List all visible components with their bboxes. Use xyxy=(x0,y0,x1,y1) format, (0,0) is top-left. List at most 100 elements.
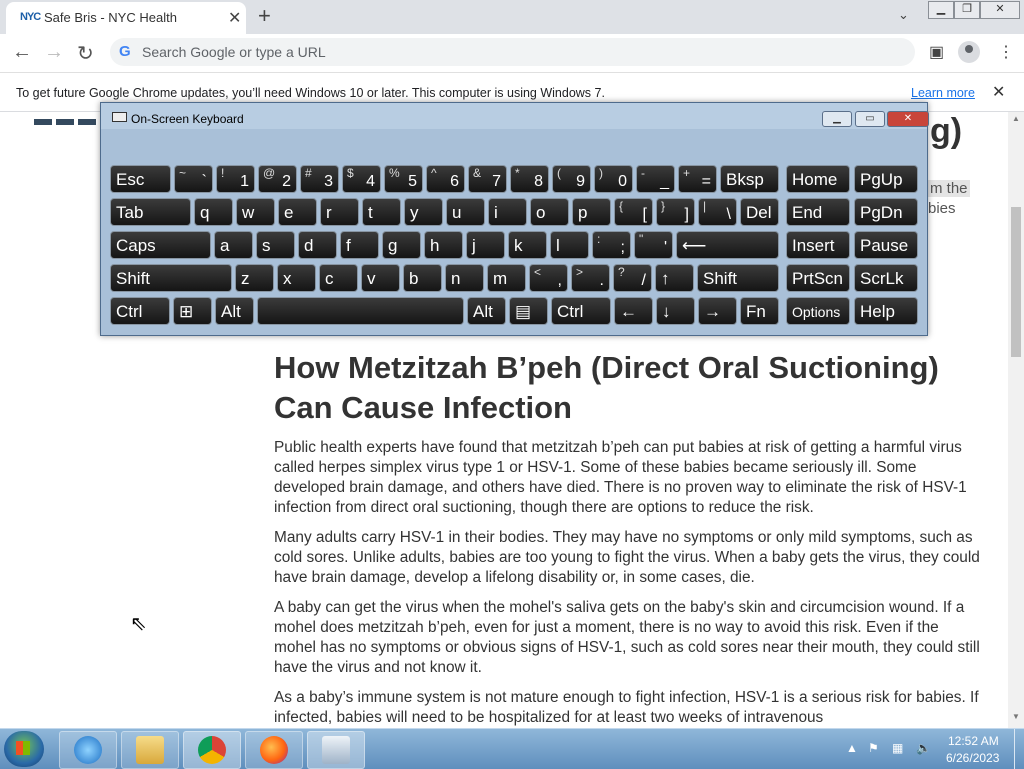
close-window-icon[interactable]: ✕ xyxy=(980,1,1020,19)
key-options[interactable]: Options xyxy=(786,297,850,325)
key-home[interactable]: Home xyxy=(786,165,850,193)
key-quote[interactable]: " ' xyxy=(634,231,673,259)
chrome-menu-icon[interactable]: ⋮ xyxy=(998,42,1014,62)
key-g[interactable]: g xyxy=(382,231,421,259)
side-panel-icon[interactable]: ▣ xyxy=(929,42,944,62)
key-pause[interactable]: Pause xyxy=(854,231,918,259)
key-v[interactable]: v xyxy=(361,264,400,292)
scroll-thumb[interactable] xyxy=(1011,207,1021,357)
new-tab-icon[interactable]: + xyxy=(258,3,271,29)
show-hidden-icons[interactable]: ▲ xyxy=(846,741,858,755)
key-0[interactable]: ) 0 xyxy=(594,165,633,193)
key-f[interactable]: f xyxy=(340,231,379,259)
key-semicolon[interactable]: :; xyxy=(592,231,631,259)
key-prtscn[interactable]: PrtScn xyxy=(786,264,850,292)
address-bar[interactable]: G Search Google or type a URL xyxy=(110,38,915,66)
key-backspace[interactable]: Bksp xyxy=(720,165,779,193)
key-z[interactable]: z xyxy=(235,264,274,292)
key-7[interactable]: & 7 xyxy=(468,165,507,193)
scroll-down-arrow-icon[interactable]: ▼ xyxy=(1012,712,1020,721)
key-up-arrow[interactable]: ↑ xyxy=(655,264,694,292)
key-help[interactable]: Help xyxy=(854,297,918,325)
key-p[interactable]: p xyxy=(572,198,611,226)
forward-arrow-icon[interactable]: → xyxy=(44,41,64,64)
key-u[interactable]: u xyxy=(446,198,485,226)
key-c[interactable]: c xyxy=(319,264,358,292)
key-k[interactable]: k xyxy=(508,231,547,259)
tab-search-chevron-icon[interactable]: ⌄ xyxy=(898,7,909,23)
key-esc[interactable]: Esc xyxy=(110,165,171,193)
key-comma[interactable]: <, xyxy=(529,264,568,292)
key-pgup[interactable]: PgUp xyxy=(854,165,918,193)
key-j[interactable]: j xyxy=(466,231,505,259)
key-t[interactable]: t xyxy=(362,198,401,226)
taskbar-internet-explorer[interactable] xyxy=(59,731,117,769)
osk-close-icon[interactable]: ✕ xyxy=(887,111,929,127)
osk-maximize-icon[interactable]: ▭ xyxy=(855,111,885,127)
tab-safe-bris[interactable]: NYC Safe Bris - NYC Health ✕ xyxy=(6,2,246,34)
key-left-alt[interactable]: Alt xyxy=(215,297,254,325)
key-space[interactable] xyxy=(257,297,464,325)
key-left-arrow[interactable]: ← xyxy=(614,297,653,325)
key-menu[interactable]: ▤ xyxy=(509,297,548,325)
key-3[interactable]: #3 xyxy=(300,165,339,193)
key-o[interactable]: o xyxy=(530,198,569,226)
key-y[interactable]: y xyxy=(404,198,443,226)
key-period[interactable]: >. xyxy=(571,264,610,292)
key-slash[interactable]: ? / xyxy=(613,264,652,292)
key-fn[interactable]: Fn xyxy=(740,297,779,325)
key-scrlk[interactable]: ScrLk xyxy=(854,264,918,292)
key-2[interactable]: @2 xyxy=(258,165,297,193)
key-s[interactable]: s xyxy=(256,231,295,259)
key-r[interactable]: r xyxy=(320,198,359,226)
key-w[interactable]: w xyxy=(236,198,275,226)
start-button-icon[interactable] xyxy=(4,731,44,767)
key-d[interactable]: d xyxy=(298,231,337,259)
key-minus[interactable]: - _ xyxy=(636,165,675,193)
minimize-window-icon[interactable]: ▁ xyxy=(928,1,954,19)
key-right-arrow[interactable]: → xyxy=(698,297,737,325)
profile-avatar-icon[interactable] xyxy=(958,41,980,63)
key-insert[interactable]: Insert xyxy=(786,231,850,259)
restore-window-icon[interactable]: ❐ xyxy=(954,1,980,19)
page-scrollbar[interactable]: ▲ ▼ xyxy=(1008,112,1024,728)
key-right-shift[interactable]: Shift xyxy=(697,264,779,292)
key-q[interactable]: q xyxy=(194,198,233,226)
key-4[interactable]: $4 xyxy=(342,165,381,193)
key-pgdn[interactable]: PgDn xyxy=(854,198,918,226)
clock-date[interactable]: 6/26/2023 xyxy=(946,751,999,765)
key-8[interactable]: * 8 xyxy=(510,165,549,193)
key-e[interactable]: e xyxy=(278,198,317,226)
tab-close-icon[interactable]: ✕ xyxy=(228,8,241,28)
key-a[interactable]: a xyxy=(214,231,253,259)
scroll-up-arrow-icon[interactable]: ▲ xyxy=(1012,114,1020,123)
key-b[interactable]: b xyxy=(403,264,442,292)
key-right-ctrl[interactable]: Ctrl xyxy=(551,297,611,325)
key-5[interactable]: % 5 xyxy=(384,165,423,193)
action-center-flag-icon[interactable]: ⚑ xyxy=(868,741,879,755)
key-windows[interactable]: ⊞ xyxy=(173,297,212,325)
key-backslash[interactable]: | \ xyxy=(698,198,737,226)
key-n[interactable]: n xyxy=(445,264,484,292)
key-h[interactable]: h xyxy=(424,231,463,259)
key-down-arrow[interactable]: ↓ xyxy=(656,297,695,325)
learn-more-link[interactable]: Learn more xyxy=(911,86,975,100)
osk-minimize-icon[interactable]: ▁ xyxy=(822,111,852,127)
key-x[interactable]: x xyxy=(277,264,316,292)
key-end[interactable]: End xyxy=(786,198,850,226)
key-6[interactable]: ^ 6 xyxy=(426,165,465,193)
key-equals[interactable]: + = xyxy=(678,165,717,193)
taskbar-firefox[interactable] xyxy=(245,731,303,769)
key-tilde[interactable]: ~ ` xyxy=(174,165,213,193)
show-desktop-button[interactable] xyxy=(1014,729,1024,769)
key-left-bracket[interactable]: {[ xyxy=(614,198,653,226)
key-right-alt[interactable]: Alt xyxy=(467,297,506,325)
taskbar-chrome[interactable] xyxy=(183,731,241,769)
reload-icon[interactable]: ↻ xyxy=(77,41,94,66)
key-enter[interactable]: ⟵ xyxy=(676,231,779,259)
infobar-close-icon[interactable]: ✕ xyxy=(992,82,1005,102)
key-tab[interactable]: Tab xyxy=(110,198,191,226)
key-1[interactable]: ! 1 xyxy=(216,165,255,193)
key-m[interactable]: m xyxy=(487,264,526,292)
key-del[interactable]: Del xyxy=(740,198,779,226)
